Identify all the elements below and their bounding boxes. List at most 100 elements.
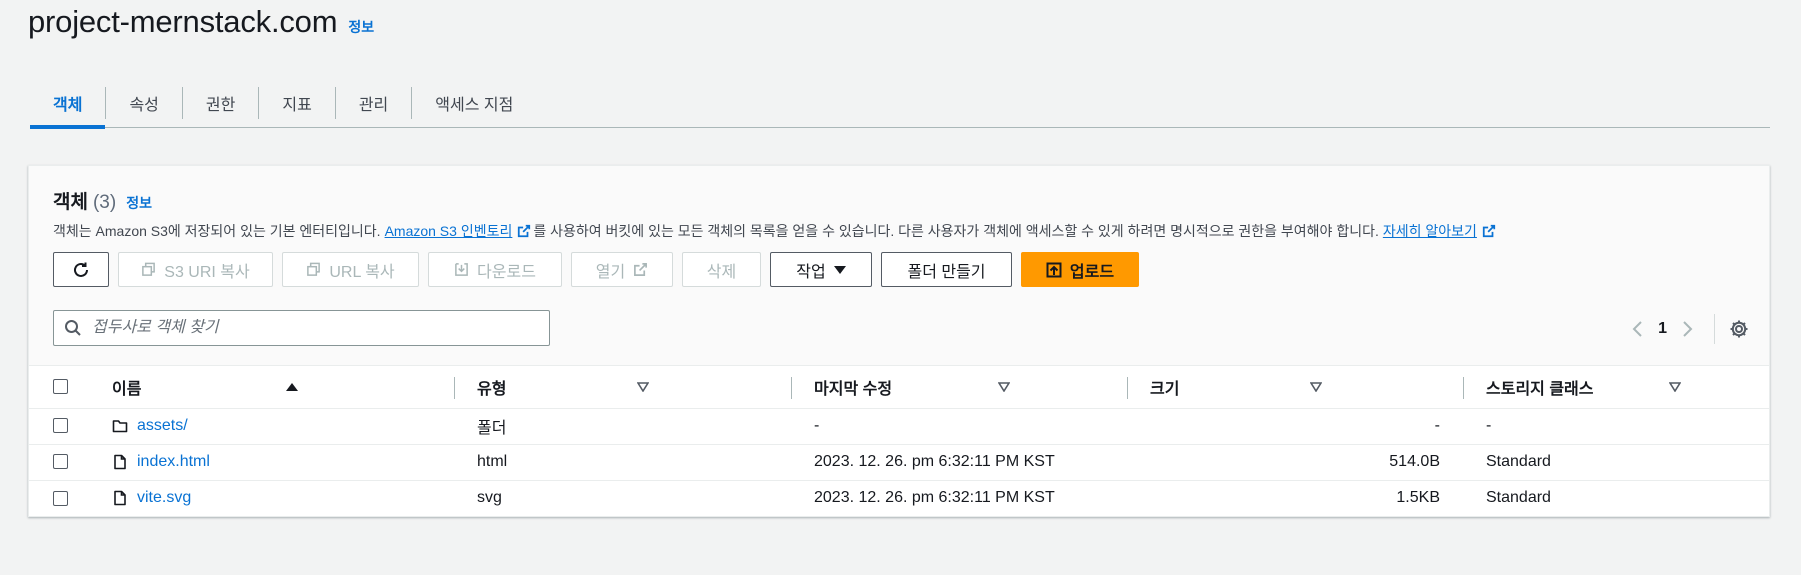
table-row[interactable]: vite.svg svg 2023. 12. 26. pm 6:32:11 PM… — [29, 480, 1769, 516]
table-header-row: 이름 유형 마지막 수정 크기 스토리지 클래스 — [29, 366, 1769, 409]
copy-icon — [307, 262, 321, 276]
column-name-label: 이름 — [112, 380, 142, 398]
objects-heading: 객체 — [53, 192, 88, 213]
create-folder-button[interactable]: 폴더 만들기 — [881, 252, 1012, 287]
storage-class-cell: Standard — [1486, 489, 1551, 507]
objects-title: 객체 (3) 정보 — [53, 187, 152, 214]
row-checkbox[interactable] — [53, 490, 68, 506]
external-link-icon — [634, 263, 648, 276]
refresh-button[interactable] — [53, 252, 109, 287]
upload-label: 업로드 — [1069, 263, 1115, 281]
object-name-link[interactable]: assets/ — [137, 417, 188, 435]
objects-description: 객체는 Amazon S3에 저장되어 있는 기본 엔터티입니다. Amazon… — [53, 221, 1498, 241]
objects-panel-header: 객체 (3) 정보 객체는 Amazon S3에 저장되어 있는 기본 엔터티입… — [29, 166, 1769, 366]
upload-button[interactable]: 업로드 — [1021, 252, 1139, 287]
modified-cell: 2023. 12. 26. pm 6:32:11 PM KST — [792, 444, 1128, 481]
external-link-icon — [1482, 224, 1496, 238]
file-icon — [114, 454, 126, 470]
pagination: 1 — [1631, 314, 1749, 344]
file-icon — [114, 490, 126, 506]
column-size-label: 크기 — [1150, 380, 1180, 398]
download-label: 다운로드 — [477, 263, 536, 281]
learn-more-link[interactable]: 자세히 알아보기 — [1383, 221, 1498, 241]
size-cell: - — [1128, 408, 1464, 445]
open-label: 열기 — [595, 263, 626, 281]
copy-icon — [142, 262, 156, 276]
chevron-right-icon[interactable] — [1682, 320, 1694, 338]
search-box — [53, 310, 550, 346]
row-checkbox[interactable] — [53, 454, 68, 470]
object-name-link[interactable]: index.html — [137, 453, 210, 471]
object-name-link[interactable]: vite.svg — [137, 489, 191, 507]
type-cell: 폴더 — [455, 408, 792, 445]
sort-icon — [1309, 381, 1322, 392]
page-number[interactable]: 1 — [1658, 320, 1667, 338]
name-cell: vite.svg — [89, 480, 455, 516]
type-cell: svg — [477, 489, 502, 507]
name-cell: index.html — [89, 444, 455, 481]
column-header-storage-class[interactable]: 스토리지 클래스 — [1464, 366, 1769, 409]
download-button[interactable]: 다운로드 — [428, 252, 562, 287]
folder-icon — [112, 420, 128, 433]
sort-icon — [1669, 381, 1682, 392]
upload-icon — [1046, 262, 1062, 277]
copy-s3-uri-button[interactable]: S3 URI 복사 — [118, 252, 273, 287]
copy-s3-uri-label: S3 URI 복사 — [164, 263, 250, 281]
search-icon — [65, 320, 81, 336]
sort-icon — [637, 381, 650, 392]
size-cell: 1.5KB — [1396, 489, 1440, 507]
objects-panel: 객체 (3) 정보 객체는 Amazon S3에 저장되어 있는 기본 엔터티입… — [28, 165, 1770, 517]
modified-cell: 2023. 12. 26. pm 6:32:11 PM KST — [814, 489, 1055, 507]
table-row[interactable]: index.html html 2023. 12. 26. pm 6:32:11… — [29, 444, 1769, 481]
download-icon — [455, 263, 468, 276]
column-header-size[interactable]: 크기 — [1128, 366, 1464, 409]
tab-permissions[interactable]: 권한 — [183, 78, 258, 128]
search-input[interactable] — [92, 319, 532, 337]
objects-info-link[interactable]: 정보 — [126, 193, 152, 213]
external-link-icon — [518, 224, 531, 238]
pager-divider — [1714, 314, 1715, 344]
type-cell: html — [455, 444, 792, 481]
select-all-cell — [29, 366, 89, 409]
copy-url-label: URL 복사 — [329, 263, 395, 281]
storage-class-cell: Standard — [1464, 444, 1769, 481]
column-header-modified[interactable]: 마지막 수정 — [792, 366, 1128, 409]
tab-properties[interactable]: 속성 — [106, 78, 181, 128]
tab-objects[interactable]: 객체 — [30, 78, 106, 129]
delete-button[interactable]: 삭제 — [682, 252, 761, 287]
desc-text-1: 객체는 Amazon S3에 저장되어 있는 기본 엔터티입니다. — [53, 223, 381, 239]
size-cell: 514.0B — [1128, 444, 1464, 481]
bucket-name: project-mernstack.com — [28, 4, 338, 39]
column-header-name[interactable]: 이름 — [89, 366, 455, 409]
column-type-label: 유형 — [477, 380, 507, 398]
row-select-cell — [29, 408, 89, 445]
sort-ascending-icon — [286, 382, 299, 391]
refresh-icon — [74, 262, 88, 277]
objects-count: (3) — [92, 192, 117, 213]
actions-dropdown[interactable]: 작업 — [770, 252, 872, 287]
info-link[interactable]: 정보 — [348, 17, 374, 37]
select-all-checkbox[interactable] — [53, 379, 68, 395]
row-select-cell — [29, 444, 89, 481]
table-row[interactable]: assets/ 폴더 - - - — [29, 408, 1769, 445]
actions-label: 작업 — [796, 263, 826, 281]
name-cell: assets/ — [89, 408, 455, 445]
column-header-type[interactable]: 유형 — [455, 366, 792, 409]
tab-metrics[interactable]: 지표 — [259, 78, 334, 128]
tab-access-points[interactable]: 액세스 지점 — [412, 78, 536, 128]
column-storage-label: 스토리지 클래스 — [1486, 380, 1594, 398]
copy-url-button[interactable]: URL 복사 — [282, 252, 419, 287]
gear-icon[interactable] — [1729, 319, 1749, 339]
row-select-cell — [29, 480, 89, 516]
inventory-link[interactable]: Amazon S3 인벤토리 — [385, 221, 534, 241]
page-header: project-mernstack.com 정보 — [28, 4, 374, 40]
objects-toolbar: S3 URI 복사 URL 복사 다운로드 열기 삭제 작업 폴더 만들기 업로… — [53, 252, 1139, 287]
column-modified-label: 마지막 수정 — [814, 380, 893, 398]
storage-class-cell: - — [1464, 408, 1769, 445]
inventory-link-label: Amazon S3 인벤토리 — [384, 223, 513, 239]
tab-bar: 객체 속성 권한 지표 관리 액세스 지점 — [30, 78, 1770, 129]
open-button[interactable]: 열기 — [571, 252, 673, 287]
chevron-left-icon[interactable] — [1631, 320, 1643, 338]
tab-management[interactable]: 관리 — [336, 78, 411, 128]
row-checkbox[interactable] — [53, 418, 68, 434]
